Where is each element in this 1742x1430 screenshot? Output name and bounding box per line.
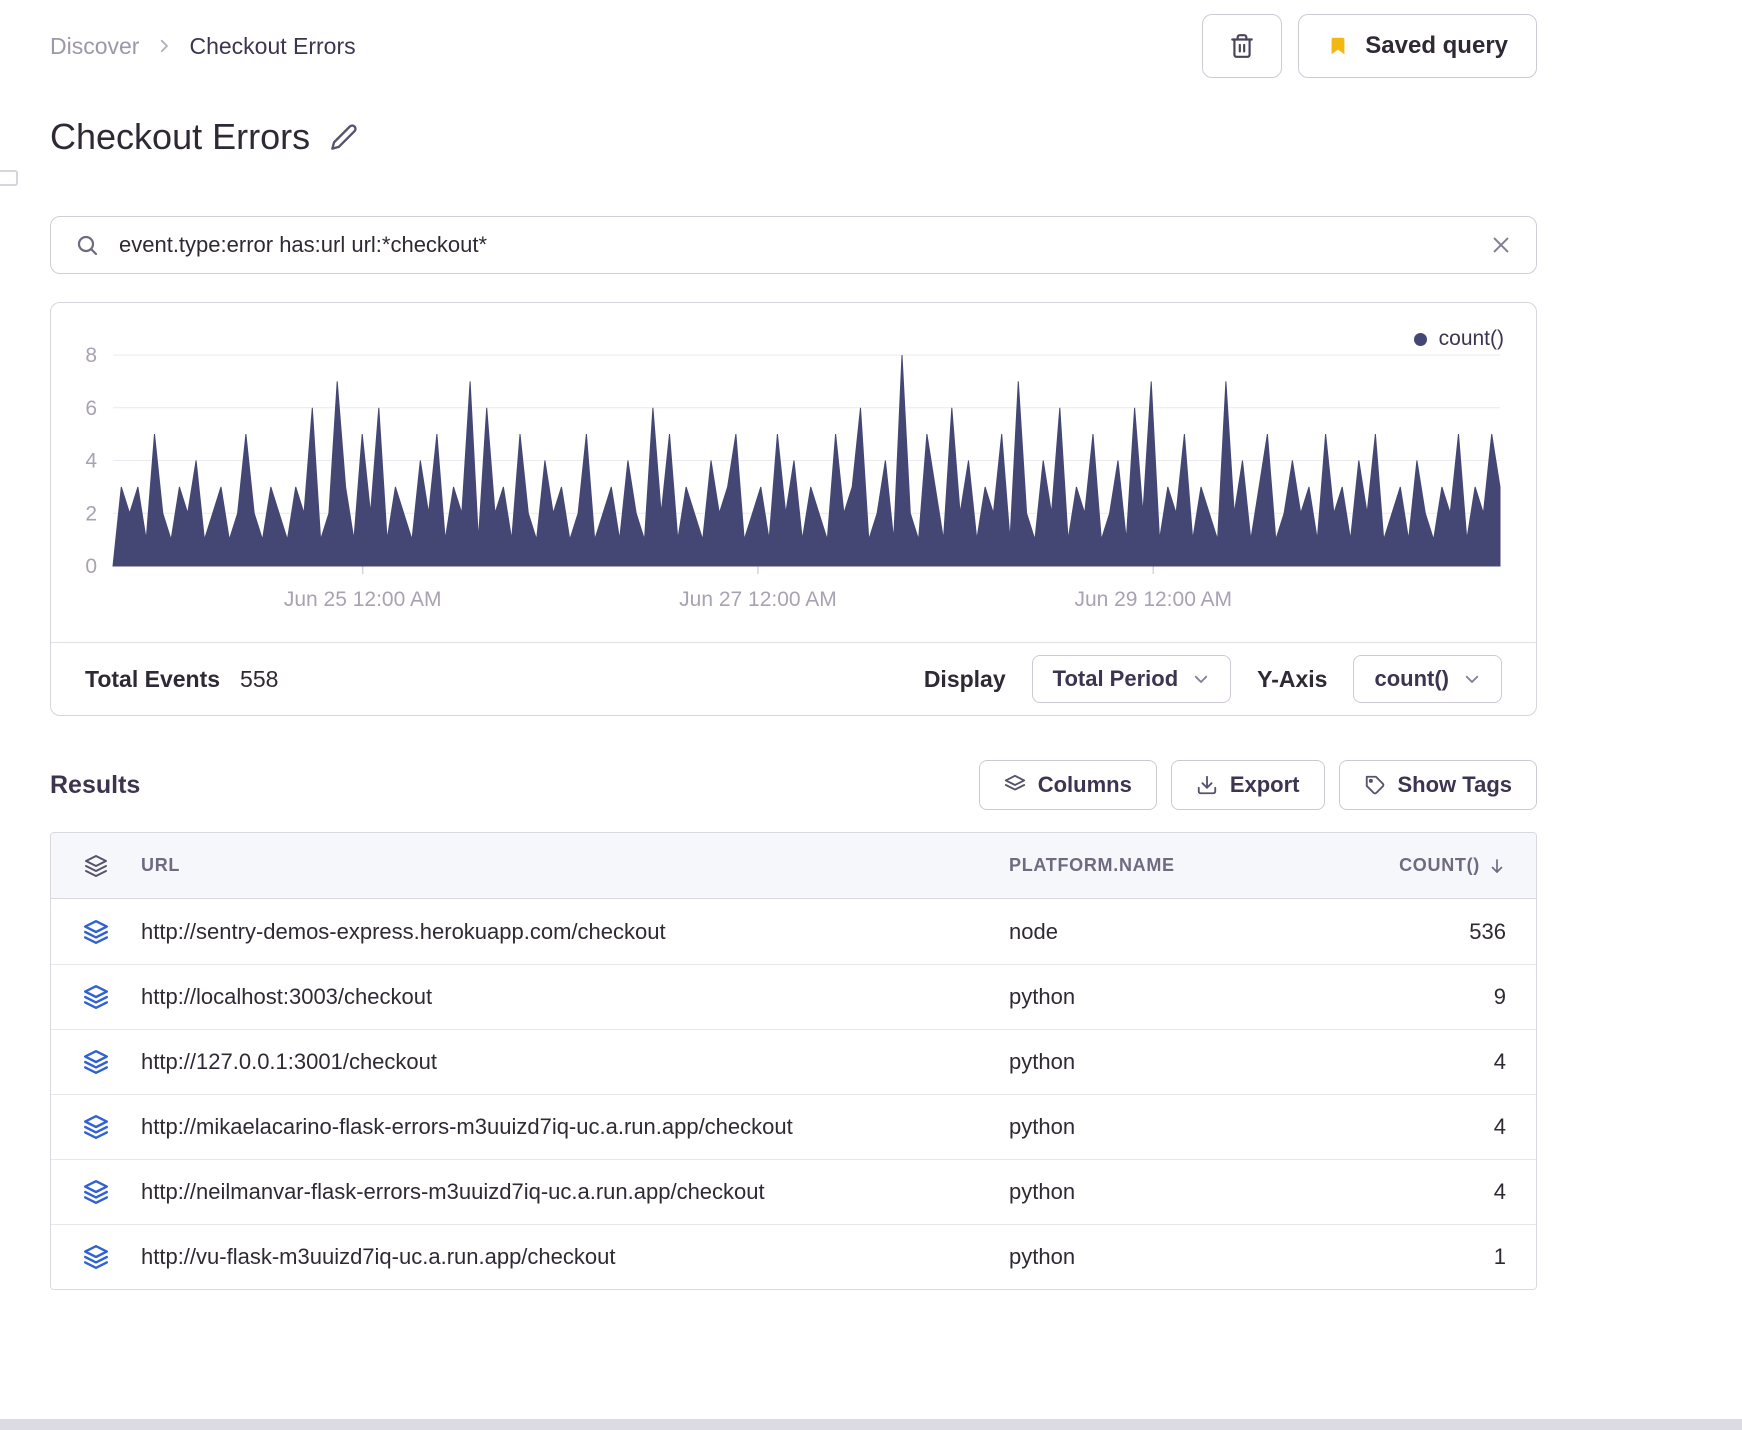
yaxis-dropdown-value: count() (1374, 666, 1449, 691)
chart-area: 0 2 4 6 8 Jun 25 12:00 AM Jun 27 12:00 AM Jun 2… (51, 303, 1536, 642)
cell-platform: python (1009, 1244, 1076, 1269)
chart-legend[interactable]: count() (1413, 327, 1504, 351)
cell-url: http://localhost:3003/checkout (141, 984, 433, 1009)
search-bar (50, 216, 1537, 274)
topbar-actions: Saved query (1202, 14, 1537, 78)
breadcrumb-discover[interactable]: Discover (50, 33, 139, 60)
horizontal-scrollbar[interactable] (0, 1419, 1742, 1430)
cell-count: 4 (1493, 1114, 1506, 1139)
yaxis-label: Y-Axis (1257, 665, 1328, 692)
total-events-value: 558 (240, 665, 279, 692)
download-icon (1196, 774, 1218, 796)
cell-url: http://mikaelacarino-flask-errors-m3uuiz… (141, 1114, 793, 1139)
cell-platform: python (1009, 984, 1076, 1009)
yaxis-dropdown[interactable]: count() (1353, 655, 1502, 703)
chevron-down-icon (1463, 670, 1481, 688)
legend-dot (1413, 332, 1427, 346)
trash-icon (1229, 33, 1255, 59)
svg-text:Jun 27 12:00 AM: Jun 27 12:00 AM (679, 588, 837, 611)
legend-label: count() (1438, 327, 1504, 350)
results-table: URL PLATFORM.NAME COUNT() http://sentry-… (50, 832, 1537, 1290)
chart-controls: Display Total Period Y-Axis count() (924, 655, 1502, 703)
svg-text:6: 6 (85, 397, 97, 420)
breadcrumb: Discover Checkout Errors (50, 33, 356, 60)
cell-count: 1 (1493, 1244, 1506, 1269)
bookmark-icon (1327, 33, 1349, 59)
cell-url: http://vu-flask-m3uuizd7iq-uc.a.run.app/… (141, 1244, 616, 1269)
columns-label: Columns (1037, 772, 1132, 797)
sort-desc-icon (1488, 857, 1506, 875)
svg-text:2: 2 (85, 502, 97, 525)
table-row: http://mikaelacarino-flask-errors-m3uuiz… (51, 1094, 1536, 1159)
layers-icon (1004, 774, 1026, 796)
chevron-down-icon (1192, 670, 1210, 688)
table-row: http://localhost:3003/checkout python 9 (51, 964, 1536, 1029)
show-tags-label: Show Tags (1397, 772, 1513, 797)
saved-query-button[interactable]: Saved query (1298, 14, 1537, 78)
cell-platform: python (1009, 1114, 1076, 1139)
table-row: http://vu-flask-m3uuizd7iq-uc.a.run.app/… (51, 1224, 1536, 1289)
display-dropdown-value: Total Period (1052, 666, 1179, 691)
results-title: Results (50, 770, 141, 799)
cell-url: http://127.0.0.1:3001/checkout (141, 1049, 438, 1074)
row-actions-layers-icon[interactable] (51, 1244, 141, 1270)
chart-footer: Total Events 558 Display Total Period Y-… (51, 642, 1536, 715)
column-header-url[interactable]: URL (141, 855, 1009, 876)
events-chart-card: 0 2 4 6 8 Jun 25 12:00 AM Jun 27 12:00 AM Jun 2… (50, 302, 1537, 716)
count-header-label: COUNT() (1399, 855, 1480, 875)
row-actions-layers-icon[interactable] (51, 919, 141, 945)
events-chart[interactable]: 0 2 4 6 8 Jun 25 12:00 AM Jun 27 12:00 AM Jun 2… (51, 303, 1536, 642)
edit-pencil-icon[interactable] (330, 123, 358, 151)
display-dropdown[interactable]: Total Period (1031, 655, 1232, 703)
show-tags-button[interactable]: Show Tags (1338, 760, 1537, 810)
svg-text:Jun 29 12:00 AM: Jun 29 12:00 AM (1074, 588, 1232, 611)
cell-count: 9 (1493, 984, 1506, 1009)
cell-count: 4 (1493, 1179, 1506, 1204)
cell-count: 4 (1493, 1049, 1506, 1074)
row-actions-layers-icon[interactable] (51, 1049, 141, 1075)
row-actions-layers-icon[interactable] (51, 1114, 141, 1140)
table-header-row: URL PLATFORM.NAME COUNT() (51, 833, 1536, 899)
close-icon[interactable] (1490, 234, 1512, 256)
svg-text:0: 0 (85, 555, 97, 578)
results-header: Results Columns Export Show Tags (50, 760, 1537, 810)
column-header-platform[interactable]: PLATFORM.NAME (1009, 855, 1329, 876)
cell-count: 536 (1469, 918, 1506, 944)
table-row: http://127.0.0.1:3001/checkout python 4 (51, 1029, 1536, 1094)
discover-page: Discover Checkout Errors Saved query Che… (0, 0, 1537, 1290)
tag-icon (1364, 774, 1386, 796)
delete-query-button[interactable] (1202, 14, 1283, 78)
table-row: http://sentry-demos-express.herokuapp.co… (51, 899, 1536, 964)
cell-platform: python (1009, 1049, 1076, 1074)
row-actions-layers-icon[interactable] (51, 1179, 141, 1205)
display-label: Display (923, 665, 1006, 692)
column-header-count[interactable]: COUNT() (1329, 855, 1536, 876)
svg-text:4: 4 (85, 450, 97, 473)
search-icon (75, 233, 99, 257)
svg-text:Jun 25 12:00 AM: Jun 25 12:00 AM (284, 588, 442, 611)
cell-url: http://sentry-demos-express.herokuapp.co… (141, 918, 666, 944)
saved-query-label: Saved query (1365, 32, 1508, 59)
columns-button[interactable]: Columns (978, 760, 1157, 810)
chevron-right-icon (155, 37, 173, 55)
svg-text:8: 8 (85, 344, 97, 367)
cell-platform: python (1009, 1179, 1076, 1204)
export-button[interactable]: Export (1170, 760, 1325, 810)
export-label: Export (1229, 772, 1300, 797)
layers-icon[interactable] (51, 854, 141, 878)
sidebar-toggle-handle[interactable] (0, 170, 18, 186)
table-row: http://neilmanvar-flask-errors-m3uuizd7i… (51, 1159, 1536, 1224)
results-actions: Columns Export Show Tags (978, 760, 1537, 810)
total-events-label: Total Events (85, 665, 221, 692)
breadcrumb-current: Checkout Errors (189, 32, 356, 59)
cell-url: http://neilmanvar-flask-errors-m3uuizd7i… (141, 1179, 765, 1204)
page-title: Checkout Errors (50, 116, 311, 157)
row-actions-layers-icon[interactable] (51, 984, 141, 1010)
cell-platform: node (1009, 918, 1058, 944)
top-bar: Discover Checkout Errors Saved query (50, 14, 1537, 78)
title-row: Checkout Errors (50, 116, 1537, 158)
search-input[interactable] (117, 231, 1472, 259)
